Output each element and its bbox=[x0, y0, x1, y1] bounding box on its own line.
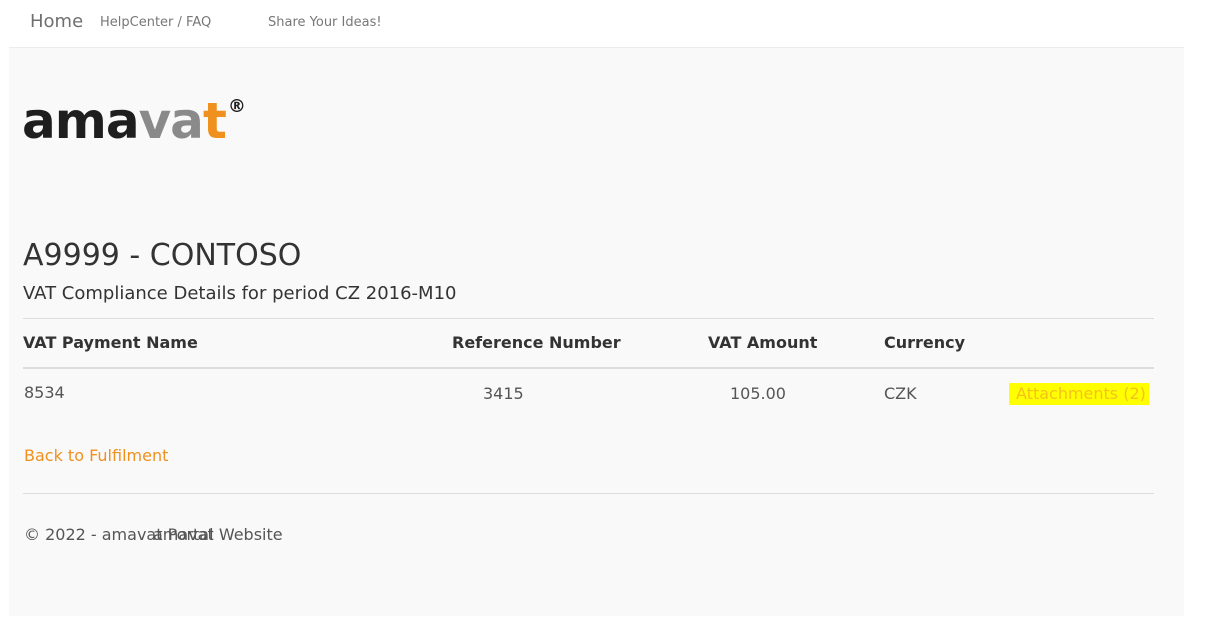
header-vat-amount: VAT Amount bbox=[708, 333, 818, 352]
cell-reference-number: 3415 bbox=[483, 384, 524, 403]
cell-payment-name: 8534 bbox=[24, 383, 65, 402]
logo-text-va: va bbox=[138, 92, 204, 150]
footer-divider bbox=[23, 493, 1154, 494]
logo-text-ama: ama bbox=[22, 92, 140, 150]
cell-vat-amount: 105.00 bbox=[730, 384, 786, 403]
header-reference-number: Reference Number bbox=[452, 333, 621, 352]
cell-currency: CZK bbox=[884, 384, 917, 403]
header-vat-payment-name: VAT Payment Name bbox=[23, 333, 198, 352]
nav-share-ideas-link[interactable]: Share Your Ideas! bbox=[268, 15, 382, 30]
page-container: Home HelpCenter / FAQ Share Your Ideas! … bbox=[9, 0, 1184, 616]
table-top-divider bbox=[23, 318, 1154, 319]
amavat-website-link[interactable]: amavat Website bbox=[153, 525, 283, 544]
nav-home-link[interactable]: Home bbox=[30, 11, 83, 32]
compliance-period-subtitle: VAT Compliance Details for period CZ 201… bbox=[23, 283, 457, 304]
back-to-fulfilment-link[interactable]: Back to Fulfilment bbox=[24, 446, 168, 465]
client-title: A9999 - CONTOSO bbox=[23, 238, 302, 273]
nav-helpcenter-link[interactable]: HelpCenter / FAQ bbox=[100, 15, 211, 30]
top-navbar: Home HelpCenter / FAQ Share Your Ideas! bbox=[9, 0, 1184, 48]
table-header-divider bbox=[23, 367, 1154, 369]
logo-text-t: t bbox=[202, 92, 227, 150]
registered-mark: ® bbox=[227, 96, 246, 117]
header-currency: Currency bbox=[884, 333, 966, 352]
attachments-link[interactable]: Attachments (2) bbox=[1009, 383, 1149, 405]
amavat-logo: amavat ® bbox=[22, 96, 246, 146]
